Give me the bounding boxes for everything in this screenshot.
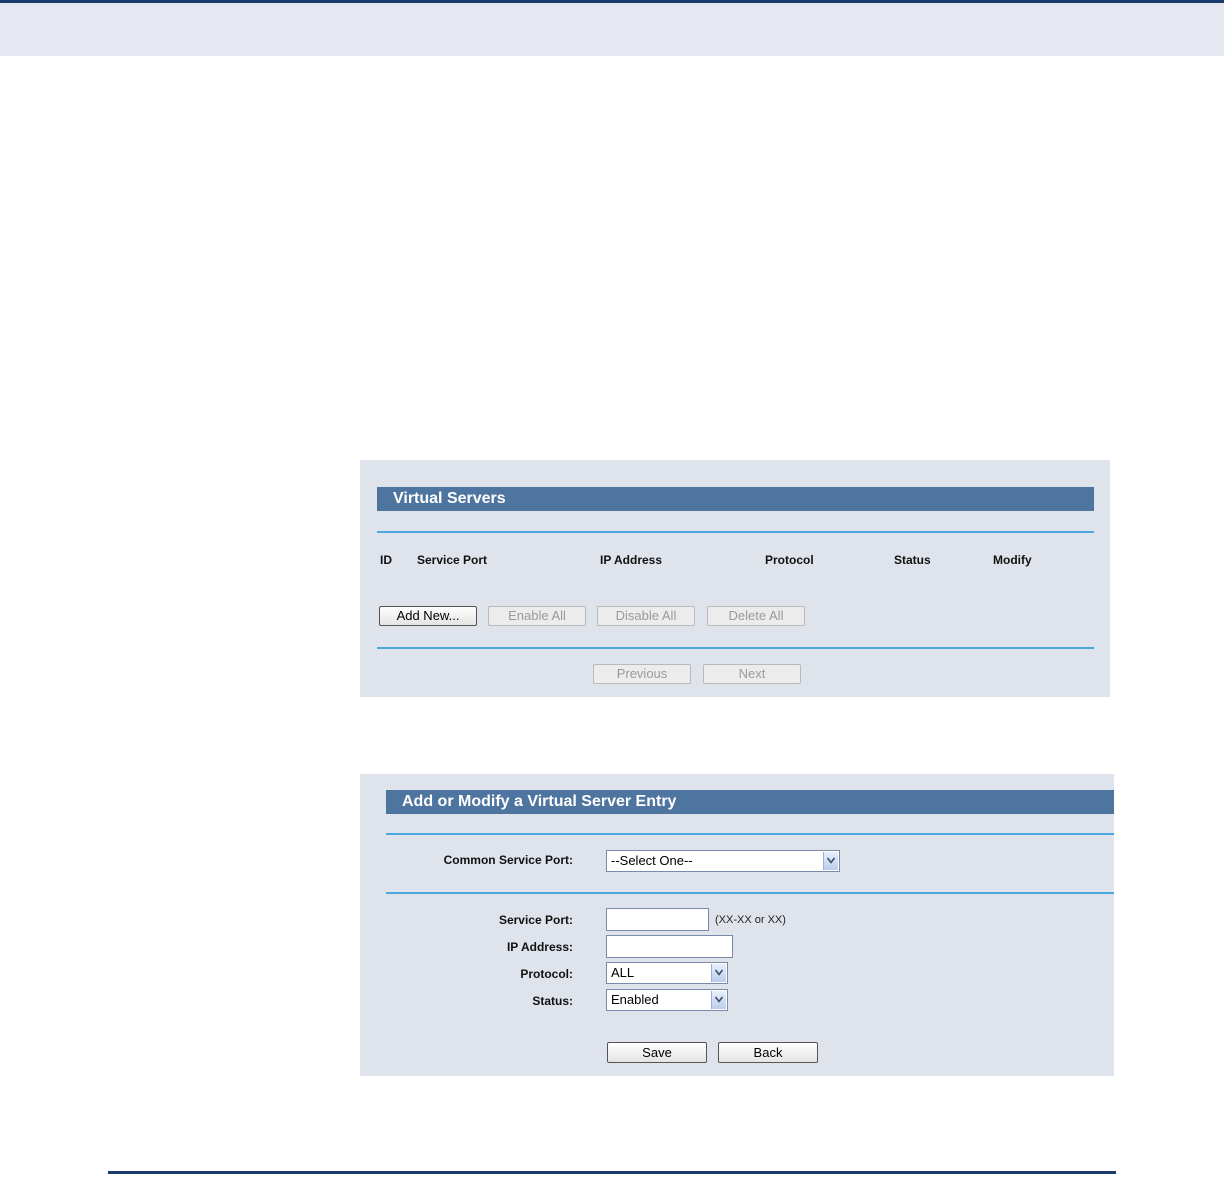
divider bbox=[377, 531, 1094, 533]
disable-all-button[interactable]: Disable All bbox=[597, 606, 695, 626]
virtual-servers-title: Virtual Servers bbox=[377, 487, 1094, 511]
protocol-select[interactable]: ALL bbox=[606, 962, 728, 984]
enable-all-button[interactable]: Enable All bbox=[488, 606, 586, 626]
column-header-ip-address: IP Address bbox=[600, 553, 663, 567]
column-header-service-port: Service Port bbox=[417, 553, 488, 567]
virtual-servers-panel: Virtual Servers ID Service Port IP Addre… bbox=[360, 460, 1110, 697]
ip-address-input[interactable] bbox=[606, 935, 733, 958]
column-header-status: Status bbox=[894, 553, 931, 567]
delete-all-button[interactable]: Delete All bbox=[707, 606, 805, 626]
chevron-down-icon bbox=[823, 852, 838, 870]
common-service-port-label: Common Service Port: bbox=[443, 853, 573, 867]
back-button[interactable]: Back bbox=[718, 1042, 818, 1063]
status-select[interactable]: Enabled bbox=[606, 989, 728, 1011]
common-service-port-value: --Select One-- bbox=[611, 853, 693, 868]
entry-form-title: Add or Modify a Virtual Server Entry bbox=[386, 790, 1114, 814]
status-label: Status: bbox=[532, 994, 573, 1008]
divider bbox=[386, 833, 1114, 835]
service-port-hint: (XX-XX or XX) bbox=[715, 914, 786, 926]
divider bbox=[386, 892, 1114, 894]
previous-button[interactable]: Previous bbox=[593, 664, 691, 684]
service-port-input[interactable] bbox=[606, 908, 709, 931]
entry-form-panel: Add or Modify a Virtual Server Entry Com… bbox=[360, 774, 1114, 1076]
protocol-value: ALL bbox=[611, 965, 635, 980]
add-new-button[interactable]: Add New... bbox=[379, 606, 477, 626]
save-button[interactable]: Save bbox=[607, 1042, 707, 1063]
header-band bbox=[0, 3, 1224, 56]
column-header-protocol: Protocol bbox=[765, 553, 814, 567]
next-button[interactable]: Next bbox=[703, 664, 801, 684]
common-service-port-select[interactable]: --Select One-- bbox=[606, 850, 840, 872]
column-header-id: ID bbox=[380, 553, 392, 567]
footer-rule bbox=[108, 1171, 1116, 1174]
service-port-label: Service Port: bbox=[498, 913, 573, 927]
ip-address-label: IP Address: bbox=[506, 940, 573, 954]
chevron-down-icon bbox=[711, 991, 726, 1009]
divider bbox=[377, 647, 1094, 649]
chevron-down-icon bbox=[711, 964, 726, 982]
protocol-label: Protocol: bbox=[520, 967, 573, 981]
status-value: Enabled bbox=[611, 992, 659, 1007]
column-header-modify: Modify bbox=[993, 553, 1032, 567]
